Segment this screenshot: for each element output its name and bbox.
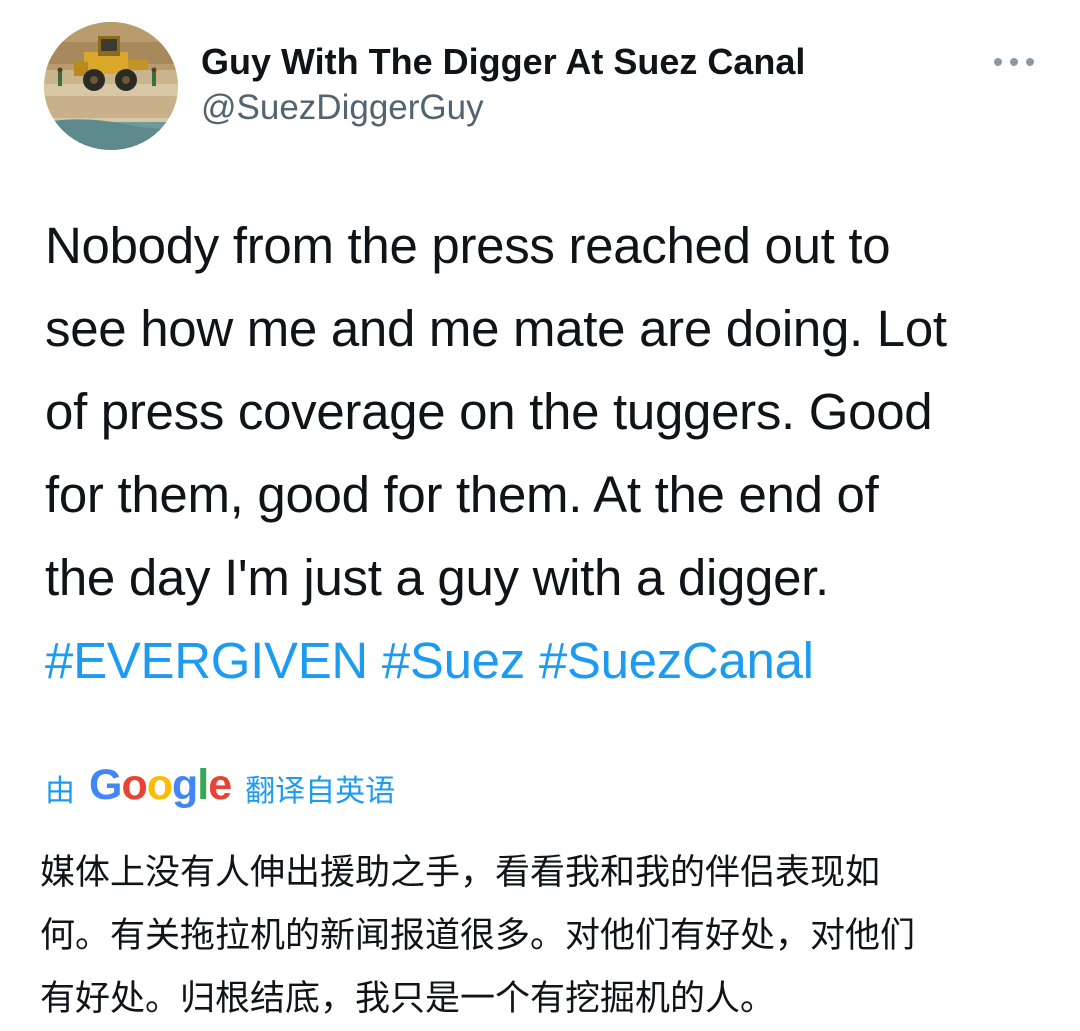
avatar[interactable] [44, 22, 178, 150]
translation-attribution[interactable]: 由 Google 翻译自英语 [45, 760, 395, 816]
translated-from-label: 翻译自英语 [245, 774, 396, 809]
tweet-text-line: of press coverage on the tuggers. Good [45, 383, 933, 440]
tweet-text-line: for them, good for them. At the end of [45, 466, 879, 523]
translated-by-label: 由 [45, 774, 75, 809]
tweet-text-line: Nobody from the press reached out to [45, 217, 891, 274]
tweet-text-line: the day I'm just a guy with a digger. [45, 549, 829, 606]
hashtag-evergiven-link[interactable]: #EVERGIVEN [45, 632, 368, 689]
translated-text-line: 何。有关拖拉机的新闻报道很多。对他们有好处，对他们 [40, 916, 916, 956]
tweet-text-line: see how me and me mate are doing. Lot [45, 300, 947, 357]
digger-photo-avatar-icon [44, 22, 178, 150]
translated-text: 媒体上没有人伸出援助之手，看看我和我的伴侣表现如 何。有关拖拉机的新闻报道很多。… [40, 842, 1050, 1031]
hashtag-suezcanal-link[interactable]: #SuezCanal [539, 632, 814, 689]
tweet-text: Nobody from the press reached out to see… [45, 204, 1055, 702]
translated-text-line: 媒体上没有人伸出援助之手，看看我和我的伴侣表现如 [40, 853, 881, 893]
hashtag-suez-link[interactable]: #Suez [382, 632, 525, 689]
author-display-name[interactable]: Guy With The Digger At Suez Canal [201, 40, 805, 84]
translated-text-line: 有好处。归根结底，我只是一个有挖掘机的人。 [40, 979, 776, 1019]
google-logo: Google [89, 760, 232, 809]
ellipsis-icon [994, 58, 1034, 66]
more-options-button[interactable] [984, 46, 1044, 78]
hashtag-row: #EVERGIVEN #Suez #SuezCanal [45, 619, 1055, 702]
author-handle[interactable]: @SuezDiggerGuy [201, 86, 484, 130]
